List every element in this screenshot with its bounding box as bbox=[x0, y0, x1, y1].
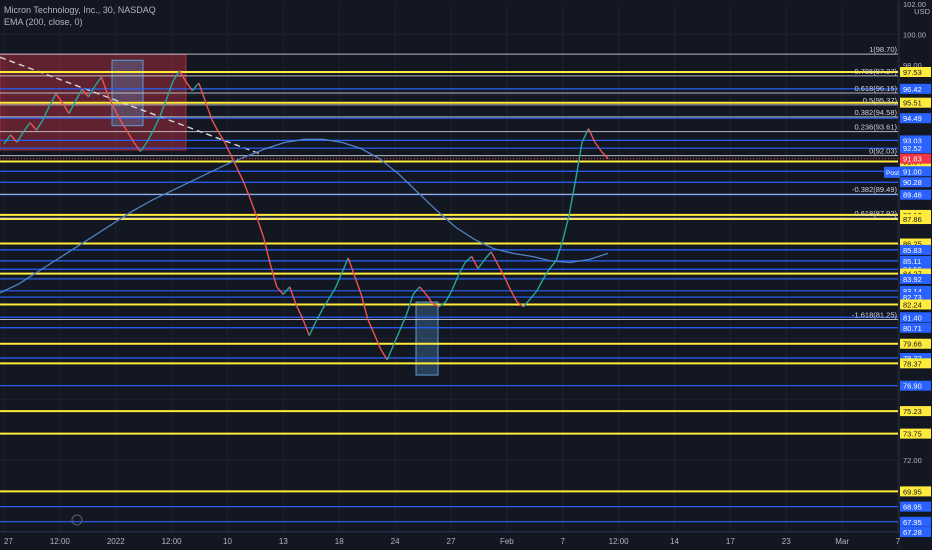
time-axis-label: 7 bbox=[561, 537, 566, 546]
price-axis-label: 82.24 bbox=[903, 300, 922, 309]
fib-label: -0.382(89.49) bbox=[852, 185, 898, 194]
price-axis-label: 91.00 bbox=[903, 167, 922, 176]
fib-label: 0.618(87.92) bbox=[854, 209, 897, 218]
time-axis-label: 13 bbox=[279, 537, 288, 546]
time-axis-label: Mar bbox=[835, 537, 849, 546]
price-axis-label: 69.95 bbox=[903, 487, 922, 496]
time-axis-label: 17 bbox=[726, 537, 735, 546]
time-axis-label: 23 bbox=[782, 537, 791, 546]
time-axis-label: 24 bbox=[391, 537, 400, 546]
price-chart[interactable]: 1(98.70) 0.786(97.27) 0.618(96.15) 0.5(95.3… bbox=[0, 0, 932, 550]
post-label: Post bbox=[886, 170, 899, 177]
price-axis-label: 97.53 bbox=[903, 68, 922, 77]
symbol-title[interactable]: Micron Technology, Inc., 30, NASDAQ bbox=[4, 4, 156, 16]
price-axis-label: 90.28 bbox=[903, 178, 922, 187]
price-axis-label: 96.42 bbox=[903, 85, 922, 94]
last-price-label: 91.83 bbox=[903, 155, 922, 164]
time-axis-label: 12:00 bbox=[162, 537, 183, 546]
price-axis-label: 76.90 bbox=[903, 382, 922, 391]
price-axis-label: 67.28 bbox=[903, 528, 922, 537]
price-axis-label: 79.66 bbox=[903, 340, 922, 349]
fib-label: 1(98.70) bbox=[869, 45, 897, 54]
price-axis-label: 83.92 bbox=[903, 275, 922, 284]
chart-legend: Micron Technology, Inc., 30, NASDAQ EMA … bbox=[4, 4, 156, 28]
time-axis-label: 18 bbox=[335, 537, 344, 546]
indicator-title[interactable]: EMA (200, close, 0) bbox=[4, 16, 156, 28]
time-axis-label: 7 bbox=[896, 537, 901, 546]
price-axis-label: 94.49 bbox=[903, 114, 922, 123]
price-axis-label: 87.86 bbox=[903, 215, 922, 224]
fib-label: 0.236(93.61) bbox=[854, 123, 897, 132]
time-axis-label: 10 bbox=[223, 537, 232, 546]
price-axis-label: 72.00 bbox=[903, 456, 922, 465]
fib-label: 0(92.03) bbox=[869, 147, 897, 156]
price-axis-label: 80.71 bbox=[903, 324, 922, 333]
price-axis-label: 85.83 bbox=[903, 246, 922, 255]
time-axis-label: 14 bbox=[670, 537, 679, 546]
fib-label: 0.382(94.58) bbox=[854, 108, 897, 117]
fib-label: 0.618(96.15) bbox=[854, 84, 897, 93]
time-axis-label: 27 bbox=[447, 537, 456, 546]
price-axis-label: 95.51 bbox=[903, 99, 922, 108]
fib-label: 0.5(95.37) bbox=[863, 96, 898, 105]
price-axis-label: 73.75 bbox=[903, 430, 922, 439]
price-axis-label: 78.37 bbox=[903, 359, 922, 368]
price-axis-label: 67.95 bbox=[903, 518, 922, 527]
currency-label: USD bbox=[914, 7, 930, 16]
price-axis-label: 100.00 bbox=[903, 30, 926, 39]
time-axis-label: 2022 bbox=[107, 537, 125, 546]
price-axis-label: 68.95 bbox=[903, 503, 922, 512]
price-axis-label: 75.23 bbox=[903, 407, 922, 416]
fib-label: 0.786(97.27) bbox=[854, 67, 897, 76]
price-axis[interactable]: 102.00100.0098.0097.5396.4295.5194.4993.… bbox=[898, 0, 932, 550]
fib-label: -1.618(81.25) bbox=[852, 311, 898, 320]
time-axis-label: 12:00 bbox=[609, 537, 630, 546]
time-axis-label: 12:00 bbox=[50, 537, 71, 546]
price-axis-label: 92.52 bbox=[903, 144, 922, 153]
price-axis-label: 89.46 bbox=[903, 191, 922, 200]
time-axis-label: Feb bbox=[500, 537, 514, 546]
price-axis-label: 81.40 bbox=[903, 313, 922, 322]
time-axis-label: 27 bbox=[4, 537, 13, 546]
